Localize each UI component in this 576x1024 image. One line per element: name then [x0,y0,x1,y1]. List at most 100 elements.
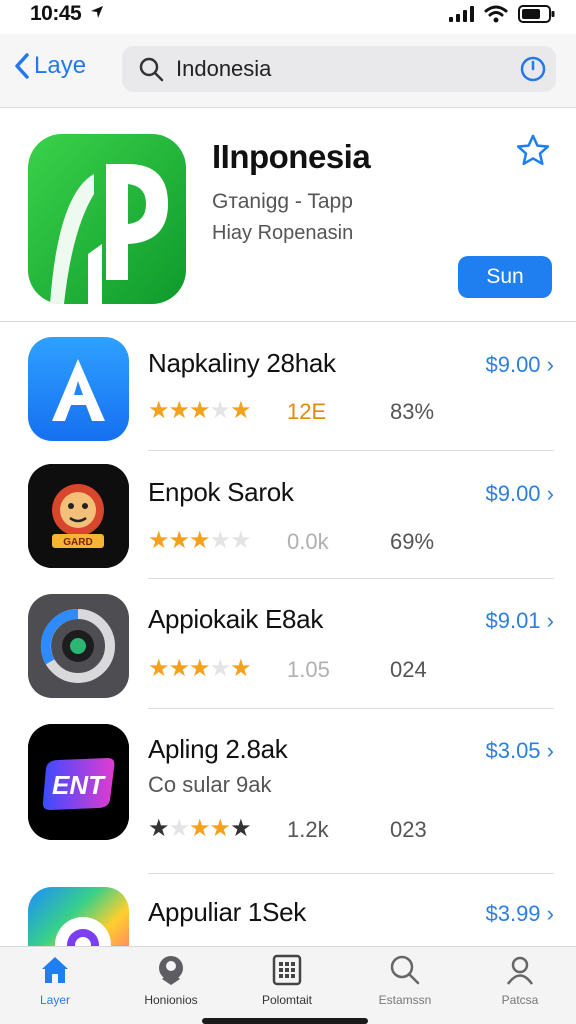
star-icon: ★ [209,815,231,842]
back-button[interactable]: Laye [14,52,86,80]
get-button[interactable]: Sun [458,256,552,298]
star-icon: ★ [230,655,251,682]
app-name: Appuliar 1Sek [148,897,306,927]
star-icon: ★ [230,527,251,554]
star-icon: ★ [148,397,169,424]
list-item[interactable]: ENT Apling 2.8ak Co sular 9ak $3.05 › ★★… [0,710,576,874]
rating-percent: 83% [390,399,435,424]
star-icon: ★ [168,815,190,842]
location-arrow-icon [91,6,103,18]
featured-app: IInponesia Gтаnigg - Tapp Hiay Ropenasin… [0,108,576,322]
list-item[interactable]: GARD Enpok Sarok $9.00 › ★★★★★ 0.0k 69% [0,451,576,579]
profile-icon [506,956,534,985]
tab-layer[interactable]: Layer [5,953,105,1007]
star-icon: ★ [168,397,190,424]
app-icon [28,887,129,949]
app-icon [28,337,129,441]
rating-count: 12E [287,399,327,424]
star-icon: ★ [189,815,210,842]
star-icon: ★ [209,397,231,424]
star-icon: ★ [148,655,169,682]
featured-app-category: Hiay Ropenasin [212,222,354,244]
cellular-signal-icon [449,6,474,22]
app-price[interactable]: $9.01 › [485,608,554,634]
search-input[interactable] [176,46,496,92]
star-icon: ★ [189,655,210,682]
price-value: $9.00 [485,481,541,506]
favorite-star-icon[interactable] [514,132,552,170]
rating-count: 1.2k [287,817,329,842]
tab-patcsa[interactable]: Patcsa [470,953,570,1007]
back-label: Laye [34,52,87,79]
tab-polomtait[interactable]: Polomtait [237,953,337,1007]
star-rating: ★★★★★ [148,396,252,425]
wifi-icon [484,5,508,23]
home-indicator [202,1018,368,1024]
rating-count: 1.05 [287,657,330,682]
tab-label: Estamssn [378,993,432,1007]
price-value: $9.00 [485,352,541,377]
star-icon: ★ [189,397,210,424]
search-bar[interactable] [122,46,556,92]
history-icon[interactable] [518,54,548,84]
star-icon: ★ [168,527,190,554]
app-price[interactable]: $9.00 › [485,352,554,378]
app-name: Napkaliny 28hak [148,348,336,378]
rating-count: 0.0k [287,529,329,554]
app-name: Appiokaik E8ak [148,604,324,634]
app-price[interactable]: $3.99 › [485,901,554,927]
rating-percent: 69% [390,529,435,554]
location-pin-icon [159,956,183,985]
app-price[interactable]: $9.00 › [485,481,554,507]
app-name: Apling 2.8ak [148,734,288,764]
search-icon [139,57,164,82]
app-icon-text: ENT [52,770,106,800]
star-icon: ★ [230,397,251,424]
app-icon [28,594,129,698]
featured-app-developer: Gтаnigg - Tapp [212,190,353,213]
calendar-grid-icon [272,954,302,986]
list-item[interactable]: Napkaliny 28hak $9.00 › ★★★★★ 12E 83% [0,322,576,451]
star-rating: ★★★★★ [148,814,252,843]
tab-label: Polomtait [261,993,313,1007]
star-icon: ★ [168,655,190,682]
app-subtitle: Co sular 9ak [148,772,272,797]
featured-app-icon[interactable] [28,134,186,304]
tab-honionios[interactable]: Honionios [121,953,221,1007]
star-rating: ★★★★★ [148,526,252,555]
app-icon: GARD [28,464,129,568]
price-value: $9.01 [485,608,541,633]
star-icon: ★ [189,527,210,554]
star-icon: ★ [230,815,251,842]
status-bar: 10:45 [0,0,576,34]
featured-app-title: IInponesia [212,138,371,175]
nav-bar: Laye [0,34,576,108]
status-time: 10:45 [30,2,82,25]
list-item[interactable]: Appuliar 1Sek $3.99 › [0,875,576,949]
tab-estamssn[interactable]: Estamssn [355,953,455,1007]
star-icon: ★ [209,527,231,554]
star-icon: ★ [148,527,169,554]
rating-percent: 024 [390,657,427,682]
tab-label: Patcsa [501,993,539,1007]
price-value: $3.99 [485,901,541,926]
status-icons [449,4,556,24]
svg-text:GARD: GARD [63,537,92,548]
rating-percent: 023 [390,817,427,842]
tab-label: Honionios [144,993,198,1007]
chevron-left-icon [15,53,29,79]
app-icon: ENT [28,724,129,840]
divider [148,708,554,709]
divider [148,873,554,874]
price-value: $3.05 [485,738,541,763]
home-icon [42,957,68,983]
app-name: Enpok Sarok [148,477,294,507]
search-icon [390,955,420,985]
star-rating: ★★★★★ [148,654,252,683]
divider [148,578,554,579]
battery-icon [518,5,555,23]
star-icon: ★ [148,815,169,842]
app-price[interactable]: $3.05 › [485,738,554,764]
list-item[interactable]: Appiokaik E8ak $9.01 › ★★★★★ 1.05 024 [0,580,576,710]
tab-bar: Layer Honionios Polomtait Estamssn Patcs… [0,946,576,1024]
